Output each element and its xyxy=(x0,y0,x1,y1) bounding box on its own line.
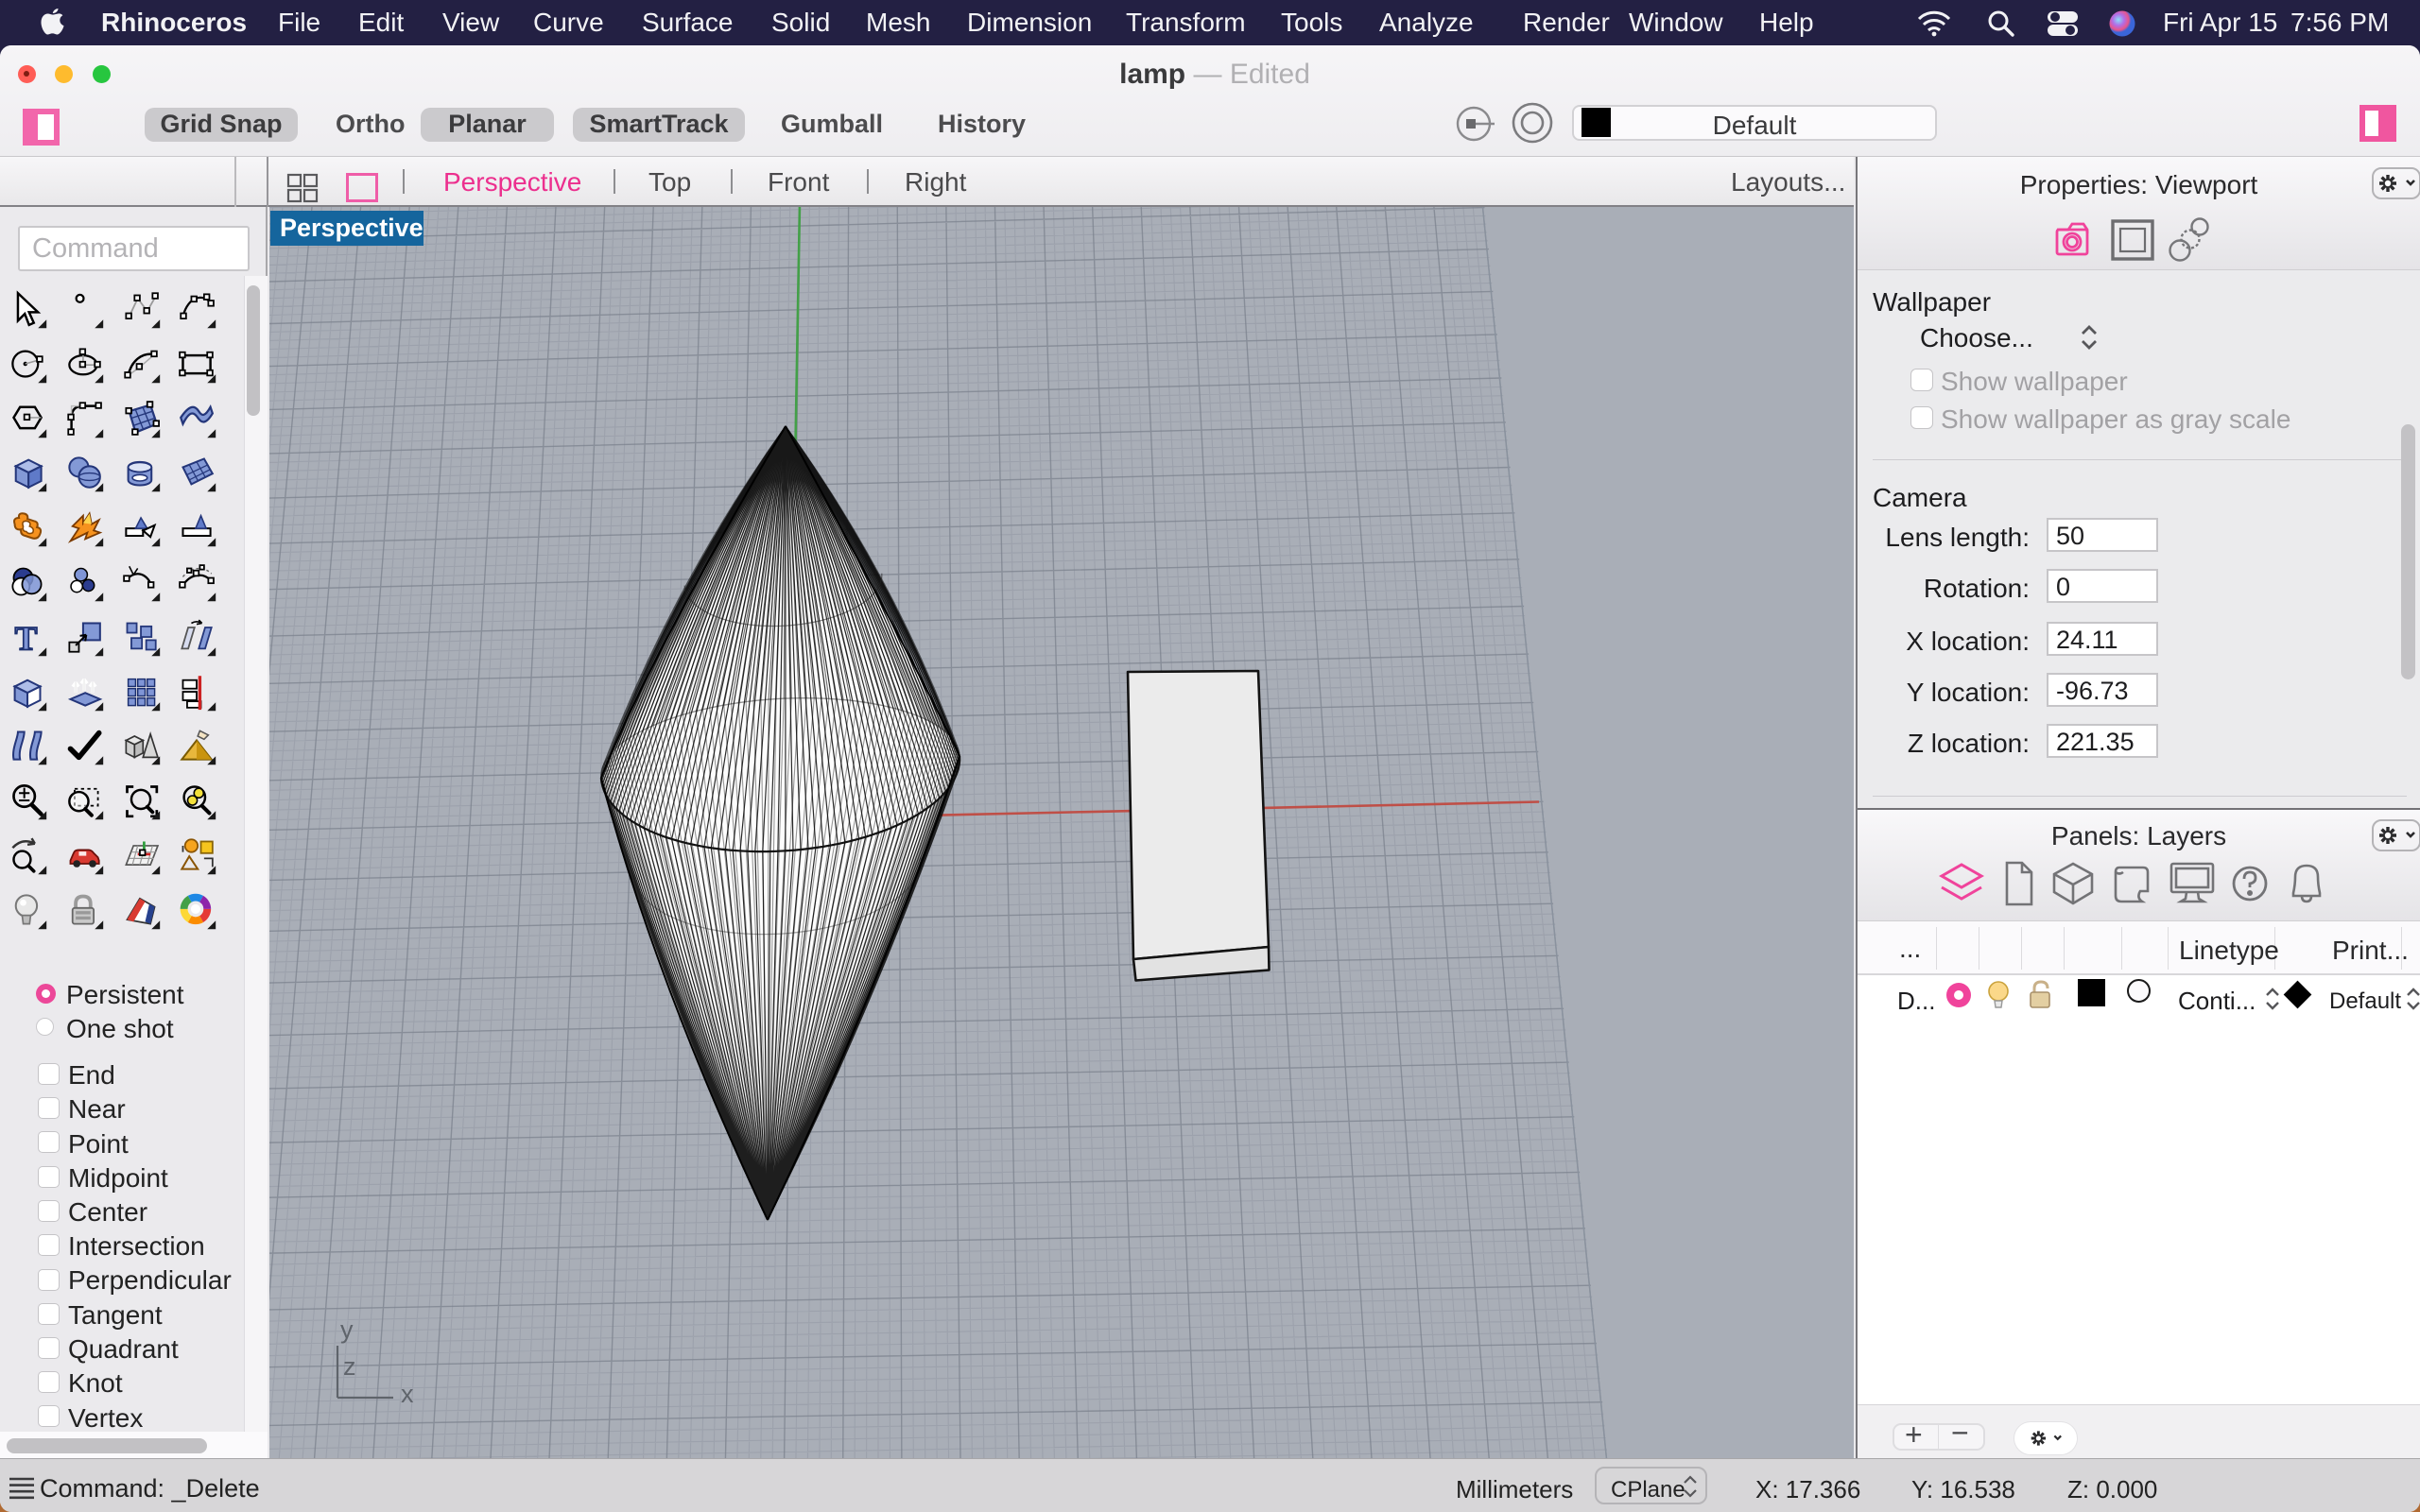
svg-text:x: x xyxy=(401,1380,414,1408)
svg-text:y: y xyxy=(340,1315,354,1344)
svg-text:T: T xyxy=(15,619,38,657)
svg-text:z: z xyxy=(343,1352,356,1381)
